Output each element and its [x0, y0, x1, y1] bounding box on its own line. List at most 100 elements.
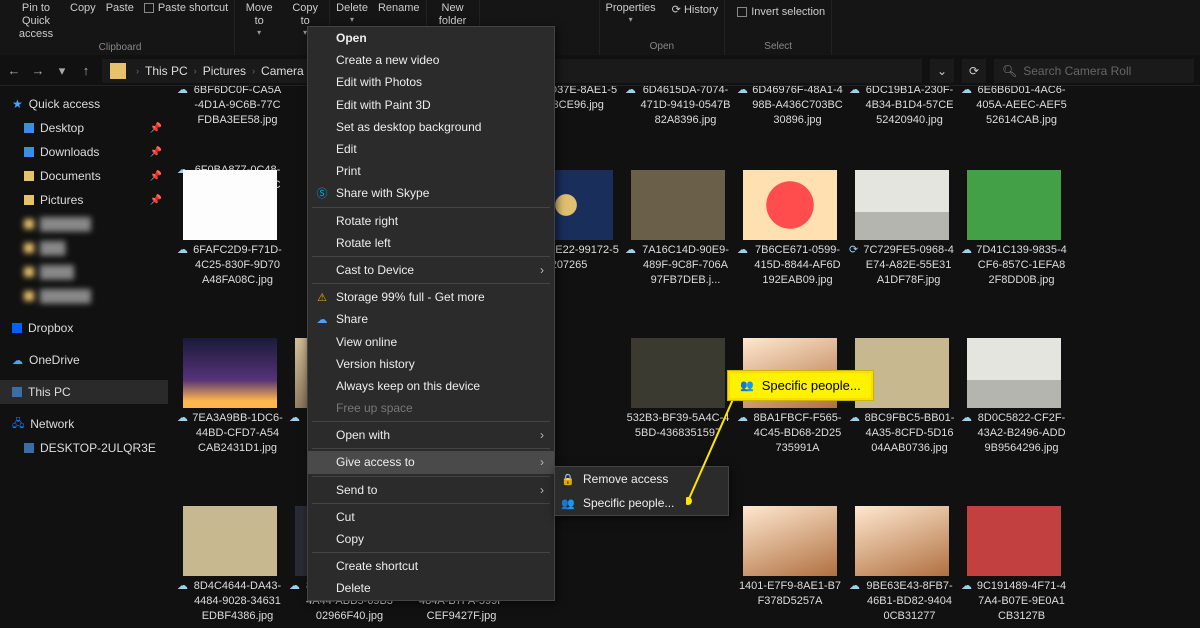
sidebar-item-redacted[interactable]: ████	[0, 260, 168, 284]
ctx-free-up-space: Free up space	[308, 397, 554, 419]
skype-icon: Ⓢ	[314, 185, 330, 201]
search-input[interactable]: 🔍︎ Search Camera Roll	[994, 59, 1194, 83]
ctx-share[interactable]: ☁Share	[308, 308, 554, 330]
sidebar-pictures[interactable]: Pictures📌	[0, 188, 168, 212]
ctx-cut[interactable]: Cut	[308, 506, 554, 528]
sidebar-documents[interactable]: Documents📌	[0, 164, 168, 188]
file-tile[interactable]: ☁6D4615DA-7074-471D-9419-0547B82A8396.jp…	[622, 86, 734, 160]
sidebar-network-pc[interactable]: DESKTOP-2ULQR3E	[0, 436, 168, 460]
paste-shortcut-button[interactable]: Paste shortcut	[144, 2, 228, 15]
nav-up-button[interactable]: ↑	[78, 63, 94, 78]
ctx-create-new-video[interactable]: Create a new video	[308, 49, 554, 71]
sidebar-onedrive[interactable]: ☁OneDrive	[0, 348, 168, 372]
cloud-status-icon: ☁	[849, 86, 860, 98]
sidebar-network[interactable]: 🖧 Network	[0, 412, 168, 436]
sidebar-dropbox[interactable]: Dropbox	[0, 316, 168, 340]
ctx-view-online[interactable]: View online	[308, 330, 554, 352]
ctx-storage-warning[interactable]: ⚠Storage 99% full - Get more	[308, 286, 554, 308]
cloud-status-icon: ☁	[625, 86, 636, 98]
file-tile[interactable]: ☁6FAFC2D9-F71D-4C25-830F-9D70A48FA08C.jp…	[174, 158, 286, 326]
file-tile[interactable]: ⟳7C729FE5-0968-4E74-A82E-55E31A1DF78F.jp…	[846, 158, 958, 326]
ctx-set-desktop-background[interactable]: Set as desktop background	[308, 116, 554, 138]
sidebar-item-redacted[interactable]: ██████	[0, 212, 168, 236]
file-tile[interactable]: ☁9BE63E43-8FB7-46B1-BD82-94040CB31277	[846, 494, 958, 628]
file-tile[interactable]: ☁6BF6DC0F-CA5A-4D1A-9C6B-77CFDBA3EE58.jp…	[174, 86, 286, 160]
breadcrumb-dropdown-button[interactable]: ⌄	[930, 59, 954, 83]
file-tile[interactable]: ☁7B6CE671-0599-415D-8844-AF6D192EAB09.jp…	[734, 158, 846, 326]
sidebar-item-label: OneDrive	[29, 353, 80, 367]
sidebar-item-label: This PC	[28, 385, 71, 399]
file-name: 8BA1FBCF-F565-4C45-BD68-2D25735991A	[752, 411, 843, 456]
file-name: 6D46976F-48A1-498B-A436C703BC30896.jpg	[752, 86, 843, 128]
ctx-give-access-to[interactable]: Give access to	[308, 451, 554, 473]
ctx-create-shortcut[interactable]: Create shortcut	[308, 555, 554, 577]
ctx-send-to[interactable]: Send to	[308, 479, 554, 501]
file-tile[interactable]: ☁8BC9FBC5-BB01-4A35-8CFD-5D1604AAB0736.j…	[846, 326, 958, 494]
ctx-label: Storage 99% full - Get more	[336, 290, 485, 304]
dropbox-icon	[12, 323, 22, 333]
file-name: 9C191489-4F71-47A4-B07E-9E0A1CB3127B	[976, 579, 1067, 624]
ctx-edit-with-paint-3d[interactable]: Edit with Paint 3D	[308, 94, 554, 116]
network-icon: 🖧	[12, 415, 24, 434]
properties-button[interactable]: Properties	[606, 2, 656, 25]
file-name: 532B3-BF39-5A4C-45BD-4368351597	[625, 411, 731, 441]
file-tile[interactable]: ☁8BA1FBCF-F565-4C45-BD68-2D25735991A	[734, 326, 846, 494]
callout-label: Specific people...	[762, 378, 861, 393]
file-tile[interactable]: ☁6D46976F-48A1-498B-A436C703BC30896.jpg	[734, 86, 846, 160]
ctx-always-keep[interactable]: Always keep on this device	[308, 375, 554, 397]
pin-quick-access-button[interactable]: Pin to Quick access	[12, 2, 60, 42]
rename-button[interactable]: Rename	[378, 2, 420, 15]
ctx-rotate-left[interactable]: Rotate left	[308, 232, 554, 254]
context-menu: Open Create a new video Edit with Photos…	[307, 26, 555, 601]
file-tile[interactable]: ☁8D4C4644-DA43-4484-9028-34631EDBF4386.j…	[174, 494, 286, 628]
ctx-rotate-right[interactable]: Rotate right	[308, 210, 554, 232]
ctx-edit[interactable]: Edit	[308, 138, 554, 160]
thumbnail	[967, 338, 1061, 408]
submenu-specific-people[interactable]: 👥Specific people...	[555, 491, 728, 515]
sidebar-desktop[interactable]: Desktop📌	[0, 116, 168, 140]
file-tile[interactable]: ☁6DC19B1A-230F-4B34-B1D4-57CE52420940.jp…	[846, 86, 958, 160]
nav-recent-button[interactable]: ▾	[54, 63, 70, 79]
history-button[interactable]: ⟳ History	[672, 4, 719, 17]
sidebar-item-redacted[interactable]: ███	[0, 236, 168, 260]
file-tile[interactable]: 1401-E7F9-8AE1-B7F378D5257A	[734, 494, 846, 628]
breadcrumb-item[interactable]: Pictures	[203, 64, 246, 78]
sidebar-downloads[interactable]: Downloads📌	[0, 140, 168, 164]
ctx-delete[interactable]: Delete	[308, 577, 554, 599]
sidebar-quick-access[interactable]: ★Quick access	[0, 92, 168, 116]
file-tile[interactable]: ☁7A16C14D-90E9-489F-9C8F-706A97FB7DEB.j.…	[622, 158, 734, 326]
paste-button[interactable]: Paste	[106, 2, 134, 15]
file-tile[interactable]: ☁7D41C139-9835-4CF6-857C-1EFA82F8DD0B.jp…	[958, 158, 1070, 326]
file-tile[interactable]: ☁8D0C5822-CF2F-43A2-B2496-ADD9B9564296.j…	[958, 326, 1070, 494]
ctx-copy[interactable]: Copy	[308, 528, 554, 550]
submenu-remove-access[interactable]: 🔒Remove access	[555, 467, 728, 491]
chevron-right-icon: ›	[136, 66, 139, 76]
move-to-button[interactable]: Move to	[241, 2, 277, 38]
refresh-button[interactable]: ⟳	[962, 59, 986, 83]
separator	[312, 503, 550, 504]
file-tile[interactable]: ☁9C191489-4F71-47A4-B07E-9E0A1CB3127B	[958, 494, 1070, 628]
separator	[312, 256, 550, 257]
file-name: 7EA3A9BB-1DC6-44BD-CFD7-A54CAB2431D1.jpg	[192, 411, 283, 456]
ctx-edit-with-photos[interactable]: Edit with Photos	[308, 71, 554, 93]
file-tile[interactable]: ☁7EA3A9BB-1DC6-44BD-CFD7-A54CAB2431D1.jp…	[174, 326, 286, 494]
thumbnail	[183, 506, 277, 576]
ctx-open[interactable]: Open	[308, 27, 554, 49]
ctx-cast-to-device[interactable]: Cast to Device	[308, 259, 554, 281]
invert-selection-button[interactable]: Invert selection	[737, 6, 825, 19]
ctx-share-skype[interactable]: ⓈShare with Skype	[308, 182, 554, 204]
breadcrumb-item[interactable]: This PC	[145, 64, 188, 78]
delete-button[interactable]: Delete	[336, 2, 368, 25]
sidebar-item-redacted[interactable]: ██████	[0, 284, 168, 308]
nav-back-button[interactable]: ←	[6, 63, 22, 78]
ctx-open-with[interactable]: Open with	[308, 424, 554, 446]
nav-forward-button[interactable]: →	[30, 63, 46, 78]
sidebar-item-label: Network	[30, 417, 74, 431]
ctx-version-history[interactable]: Version history	[308, 353, 554, 375]
file-tile[interactable]: ☁6E6B6D01-4AC6-405A-AEEC-AEF552614CAB.jp…	[958, 86, 1070, 160]
star-icon: ★	[12, 97, 23, 111]
history-icon: ⟳	[672, 4, 681, 16]
copy-button[interactable]: Copy	[70, 2, 96, 15]
ctx-print[interactable]: Print	[308, 160, 554, 182]
sidebar-this-pc[interactable]: This PC	[0, 380, 168, 404]
